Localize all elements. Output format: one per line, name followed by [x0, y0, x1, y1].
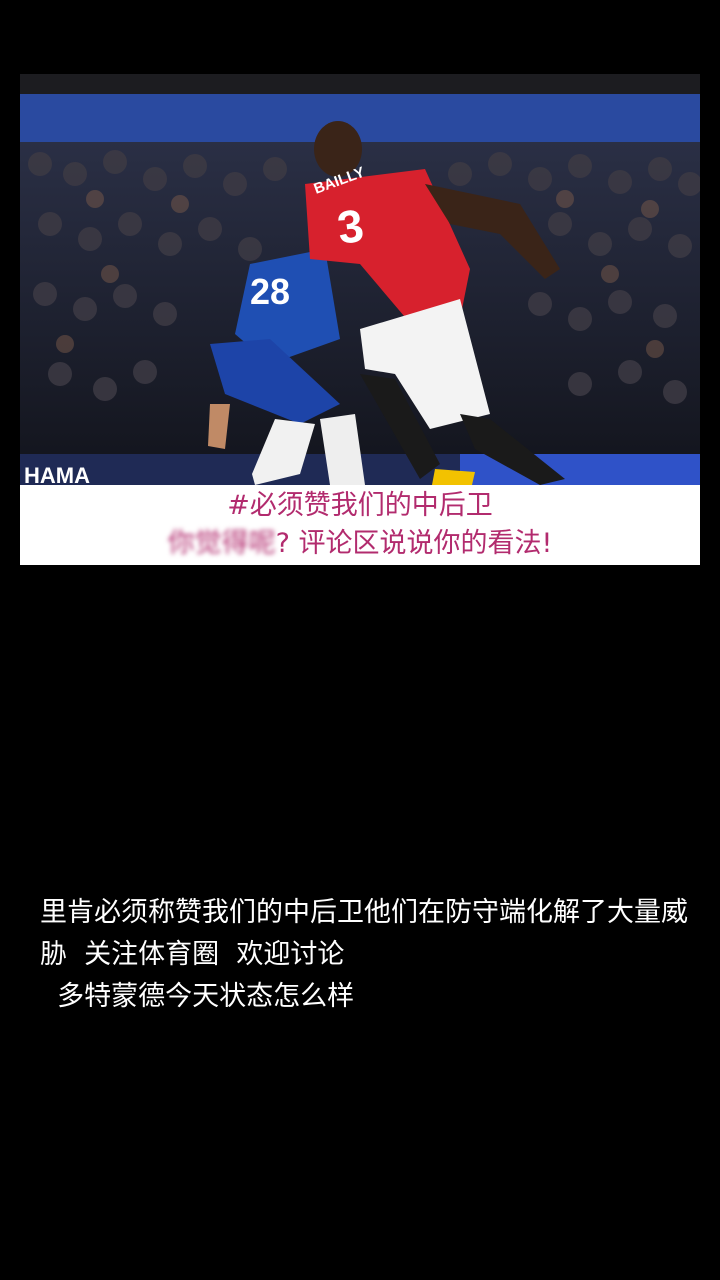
- caption-line-2: 你觉得呢? 评论区说说你的看法!: [20, 527, 700, 561]
- banner-text: HAMA: [24, 463, 90, 485]
- post-image-card[interactable]: HAMA 28 BAILLY 3 #必须赞我们的中后卫 你觉得呢? 评论区说说你…: [20, 74, 700, 565]
- post-screen: HAMA 28 BAILLY 3 #必须赞我们的中后卫 你觉得呢? 评论区说说你…: [0, 0, 720, 1280]
- svg-text:28: 28: [250, 271, 290, 312]
- caption-hashtag[interactable]: #必须赞我们的中后卫: [227, 490, 493, 521]
- post-body-line-2: 多特蒙德今天状态怎么样: [40, 981, 355, 1012]
- football-match-photo[interactable]: HAMA 28 BAILLY 3: [20, 74, 700, 485]
- caption-line-1: #必须赞我们的中后卫: [20, 489, 700, 523]
- image-caption-band: #必须赞我们的中后卫 你觉得呢? 评论区说说你的看法!: [20, 485, 700, 565]
- caption-question: ? 评论区说说你的看法!: [275, 528, 553, 559]
- post-body-line-1: 里肯必须称赞我们的中后卫他们在防守端化解了大量威胁 关注体育圈 欢迎讨论: [40, 897, 688, 970]
- match-photo-illustration: HAMA 28 BAILLY 3: [20, 74, 700, 485]
- caption-blurred-text: 你觉得呢: [167, 528, 276, 559]
- post-body-text: 里肯必须称赞我们的中后卫他们在防守端化解了大量威胁 关注体育圈 欢迎讨论 多特蒙…: [40, 892, 690, 1018]
